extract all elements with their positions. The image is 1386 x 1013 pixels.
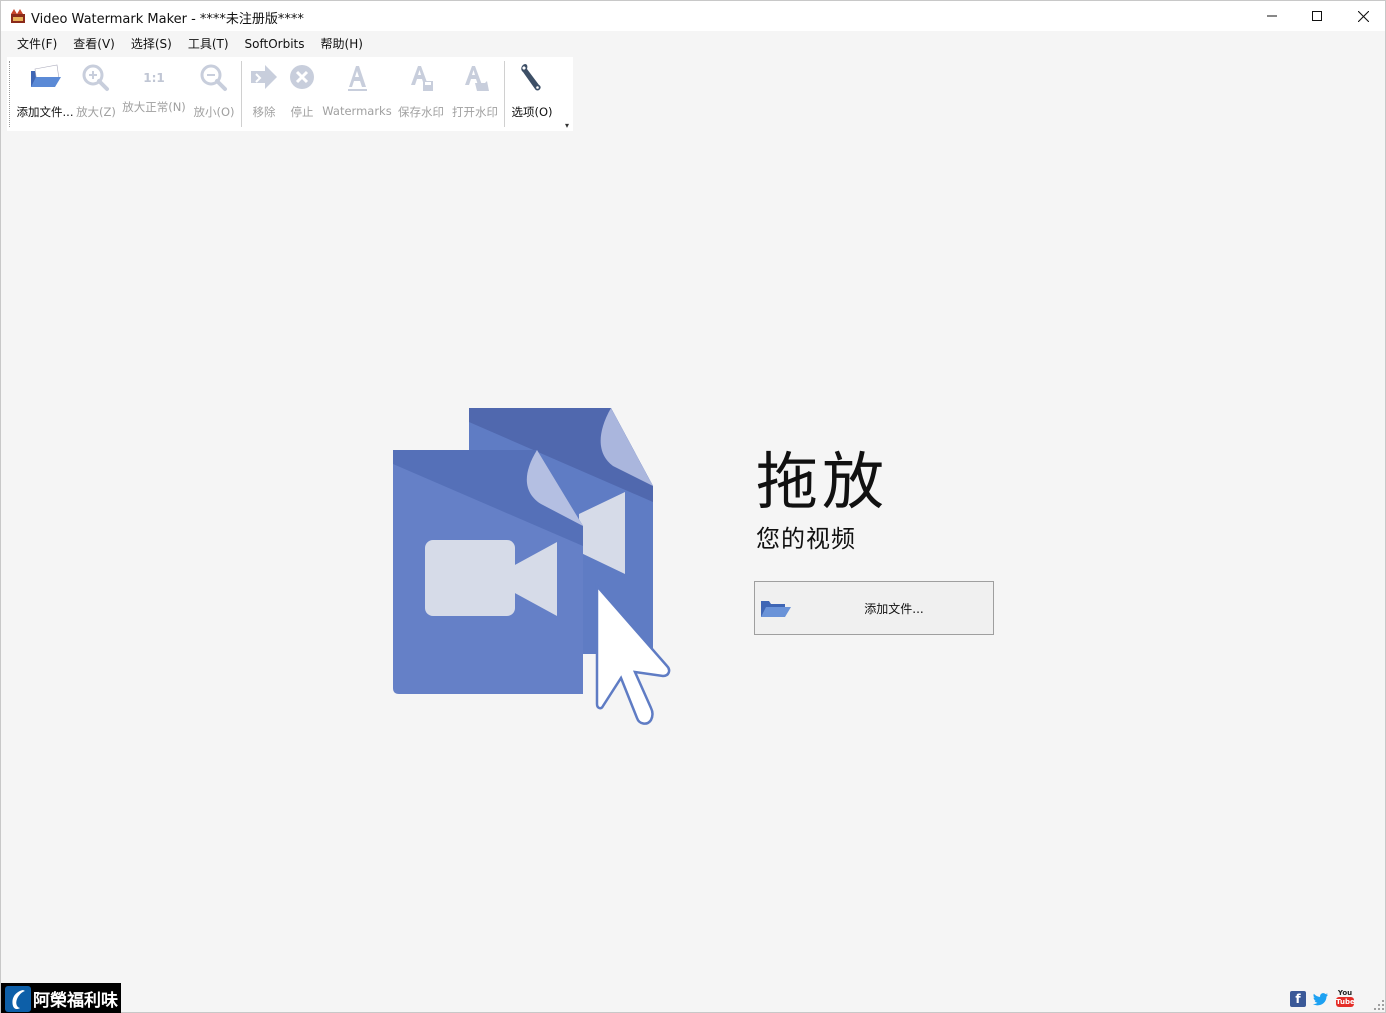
twitter-icon[interactable]: [1313, 991, 1329, 1007]
watermark-badge: 阿榮福利味: [1, 983, 121, 1013]
add-files-toolbar-label: 添加文件...: [16, 105, 74, 119]
video-files-illustration: [393, 408, 671, 725]
badge-text: 阿榮福利味: [33, 991, 118, 1011]
menu-bar: 文件(F) 查看(V) 选择(S) 工具(T) SoftOrbits 帮助(H): [9, 34, 371, 54]
zoom-out-label: 放小(O): [193, 105, 235, 119]
menu-file[interactable]: 文件(F): [9, 34, 65, 54]
minimize-button[interactable]: [1249, 1, 1295, 31]
menu-softorbits[interactable]: SoftOrbits: [237, 34, 313, 54]
facebook-icon[interactable]: f: [1290, 991, 1306, 1007]
minimize-icon: [1267, 15, 1277, 17]
drop-area[interactable]: [2, 132, 1385, 982]
zoom-out-button[interactable]: 放小(O): [192, 57, 236, 131]
zoom-in-button[interactable]: 放大(Z): [75, 57, 117, 131]
folder-open-icon: [761, 601, 791, 617]
open-watermark-button[interactable]: 打开水印: [449, 57, 501, 131]
drop-title: 拖放: [756, 445, 889, 518]
stop-label: 停止: [290, 105, 314, 119]
remove-button[interactable]: 移除: [245, 57, 283, 131]
zoom-in-icon: [82, 64, 109, 91]
add-files-button[interactable]: 添加文件...: [754, 581, 994, 635]
text-a-icon: [348, 66, 367, 91]
stop-icon: [290, 65, 314, 89]
menu-tools[interactable]: 工具(T): [180, 34, 237, 54]
zoom-out-icon: [200, 64, 227, 91]
resize-grip-icon[interactable]: [1373, 999, 1385, 1011]
remove-arrow-icon: [251, 65, 277, 89]
toolbar-separator: [241, 61, 242, 127]
toolbar: 添加文件... 放大(Z) 1:1 放大正常(N) 放小(O) 移除 停止 Wa…: [7, 57, 573, 131]
add-files-toolbar-button[interactable]: 添加文件...: [13, 57, 77, 131]
options-label: 选项(O): [511, 105, 553, 119]
maximize-icon: [1312, 11, 1322, 21]
zoom-normal-label: 放大正常(N): [122, 100, 186, 114]
badge-logo-icon: [5, 985, 31, 1012]
drop-subtitle: 您的视频: [756, 525, 856, 553]
title-bar: Video Watermark Maker - ****未注册版****: [1, 1, 1385, 31]
menu-view[interactable]: 查看(V): [65, 34, 123, 54]
folder-open-icon: [31, 64, 61, 87]
save-watermark-icon: [411, 66, 433, 91]
zoom-normal-button[interactable]: 1:1 放大正常(N): [120, 57, 188, 131]
menu-select[interactable]: 选择(S): [123, 34, 180, 54]
stop-button[interactable]: 停止: [283, 57, 321, 131]
app-window: Video Watermark Maker - ****未注册版**** 文件(…: [0, 0, 1386, 1013]
watermarks-label: Watermarks: [322, 104, 392, 118]
save-watermark-label: 保存水印: [398, 105, 444, 119]
youtube-icon[interactable]: You Tube: [1336, 989, 1355, 1009]
open-watermark-icon: [465, 66, 489, 91]
close-icon: [1357, 10, 1369, 22]
options-button[interactable]: 选项(O): [507, 57, 557, 131]
open-watermark-label: 打开水印: [452, 105, 498, 119]
remove-label: 移除: [252, 105, 276, 119]
one-to-one-icon: 1:1: [143, 71, 165, 85]
toolbar-grip[interactable]: [9, 61, 11, 127]
zoom-in-label: 放大(Z): [76, 105, 116, 119]
toolbar-separator: [504, 61, 505, 127]
wrench-icon: [521, 64, 541, 91]
toolbar-overflow-chevron-icon[interactable]: ▾: [565, 121, 569, 130]
close-button[interactable]: [1340, 1, 1386, 31]
watermarks-button[interactable]: Watermarks: [321, 57, 393, 131]
add-files-button-label: 添加文件...: [864, 602, 924, 616]
window-title: Video Watermark Maker - ****未注册版****: [31, 12, 304, 27]
app-logo-icon: [11, 9, 25, 23]
menu-help[interactable]: 帮助(H): [313, 34, 371, 54]
maximize-button[interactable]: [1294, 1, 1340, 31]
save-watermark-button[interactable]: 保存水印: [395, 57, 447, 131]
